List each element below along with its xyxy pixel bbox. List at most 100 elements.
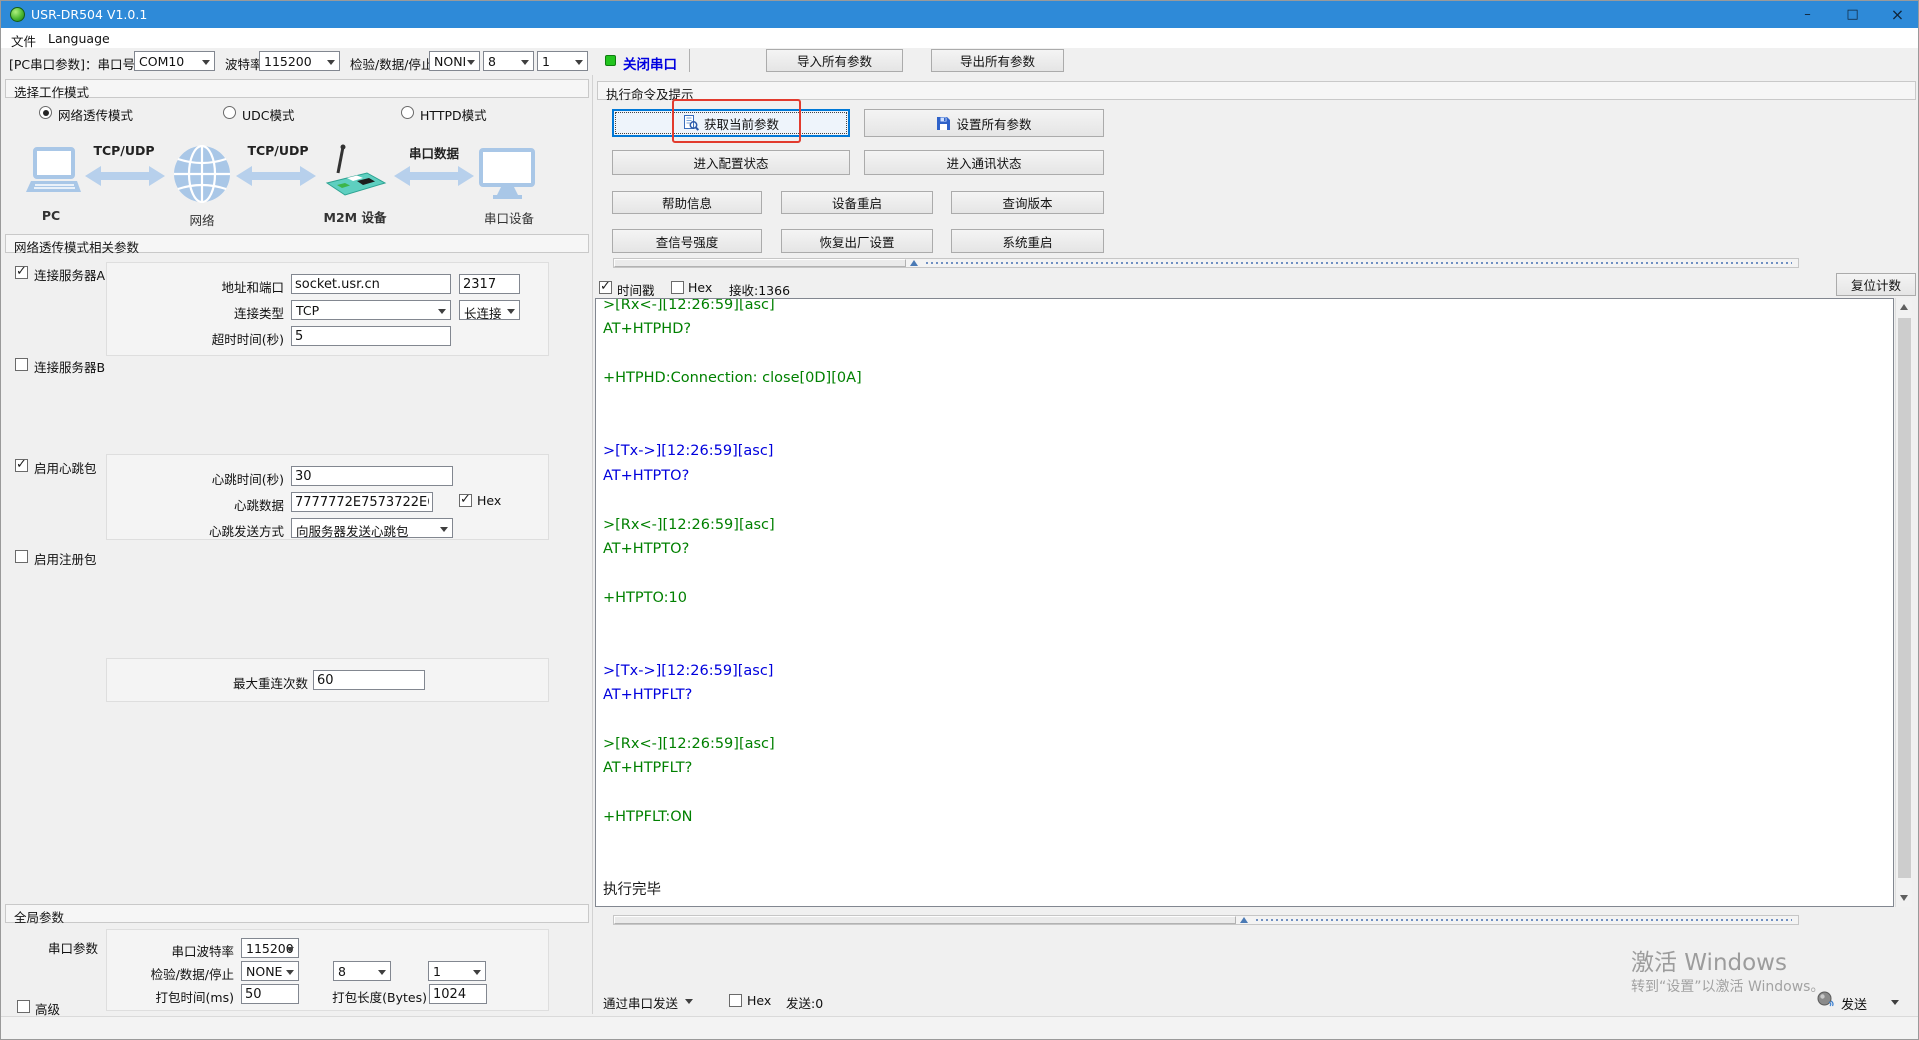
g-databits-select[interactable]: 8 [333, 961, 391, 981]
minimize-icon: – [1804, 7, 1811, 22]
chevron-down-icon [1891, 1000, 1899, 1005]
export-all-params-button[interactable]: 导出所有参数 [931, 49, 1064, 72]
stopbits-select[interactable]: 1 [537, 51, 588, 71]
help-info-button[interactable]: 帮助信息 [612, 191, 762, 214]
link3-label: 串口数据 [408, 146, 459, 161]
baud-label: 波特率 [225, 57, 263, 72]
import-all-params-button[interactable]: 导入所有参数 [766, 49, 903, 72]
stopbits-value: 1 [542, 54, 550, 69]
scrollbar-thumb[interactable] [614, 916, 1236, 924]
get-current-params-label: 获取当前参数 [703, 116, 779, 132]
chevron-down-icon [467, 60, 475, 65]
reconnect-input[interactable] [313, 670, 425, 690]
system-reboot-button[interactable]: 系统重启 [951, 229, 1104, 253]
log-line: >[Rx<-][12:26:59][asc] [603, 736, 775, 753]
g-parity-select[interactable]: NONE [241, 961, 299, 981]
get-current-params-button[interactable]: 获取当前参数 [612, 109, 850, 137]
reset-count-button[interactable]: 复位计数 [1836, 273, 1916, 296]
commands-header: 执行命令及提示 [597, 81, 1916, 102]
device-reboot-button[interactable]: 设备重启 [781, 191, 933, 214]
scrollbar-thumb[interactable] [614, 259, 906, 267]
log-bottom-scrollbar[interactable] [613, 915, 1799, 925]
link1-label: TCP/UDP [93, 143, 155, 158]
menu-language[interactable]: Language [48, 31, 110, 46]
hb-data-input[interactable] [291, 492, 433, 512]
heartbeat-checkbox[interactable] [15, 457, 28, 472]
hb-hex-label: Hex [477, 493, 502, 508]
advanced-checkbox[interactable] [17, 1000, 30, 1013]
send-button[interactable]: 发送 [1841, 994, 1867, 1013]
menu-bar: 文件 Language [1, 28, 1918, 49]
chevron-down-icon [378, 970, 386, 975]
radio-httpd-mode[interactable] [401, 106, 414, 119]
log-line: >[Tx->][12:26:59][asc] [603, 662, 774, 679]
log-output[interactable]: >[Rx<-][12:26:59][asc] AT+HTPHD? +HTPHD:… [595, 298, 1894, 907]
server-a-checkbox[interactable] [15, 264, 28, 279]
hb-hex-checkbox[interactable] [459, 492, 472, 507]
parity-select[interactable]: NONI [429, 51, 480, 71]
title-bar: USR-DR504 V1.0.1 – □ × [1, 1, 1918, 28]
server-port-input[interactable] [459, 274, 520, 294]
enter-config-button[interactable]: 进入配置状态 [612, 150, 850, 175]
arrow-left-right-icon [236, 166, 316, 186]
hb-mode-select[interactable]: 向服务器发送心跳包 [291, 518, 453, 538]
scroll-down-icon[interactable] [1900, 895, 1908, 901]
conn-type-value: TCP [296, 303, 320, 318]
scroll-up-icon[interactable] [1900, 304, 1908, 310]
baud-value: 115200 [264, 54, 312, 69]
g-stopbits-select[interactable]: 1 [428, 961, 486, 981]
enter-comm-button[interactable]: 进入通讯状态 [864, 150, 1104, 175]
pack-time-label: 打包时间(ms) [155, 990, 234, 1005]
maximize-button[interactable]: □ [1830, 1, 1875, 28]
close-serial-button[interactable]: 关闭串口 [623, 53, 677, 73]
radio-udc-mode[interactable] [223, 106, 236, 119]
close-button[interactable]: × [1875, 1, 1918, 28]
register-checkbox[interactable] [15, 550, 28, 563]
set-all-params-button[interactable]: 设置所有参数 [864, 109, 1104, 137]
scrollbar-thumb[interactable] [1898, 318, 1911, 878]
send-hex-checkbox[interactable] [729, 994, 742, 1007]
chevron-down-icon [327, 60, 335, 65]
radio-transparent-mode[interactable] [39, 106, 52, 119]
signal-strength-button[interactable]: 查信号强度 [612, 229, 762, 253]
server-addr-input[interactable] [291, 274, 451, 294]
send-via-serial-dropdown[interactable]: 通过串口发送 [603, 993, 678, 1012]
hb-time-input[interactable] [291, 466, 453, 486]
databits-select[interactable]: 8 [483, 51, 534, 71]
server-b-checkbox[interactable] [15, 358, 28, 371]
factory-reset-button[interactable]: 恢复出厂设置 [781, 229, 933, 253]
pack-time-input[interactable] [241, 984, 299, 1004]
timeout-label: 超时时间(秒) [211, 332, 284, 347]
minimize-button[interactable]: – [1785, 1, 1830, 28]
g-baud-select[interactable]: 115200 [241, 938, 299, 958]
parity-value: NONI [434, 54, 467, 69]
arrow-left-right-icon [394, 166, 474, 186]
server-b-label: 连接服务器B [34, 360, 106, 375]
timeout-input[interactable] [291, 326, 451, 346]
pack-len-input[interactable] [429, 984, 487, 1004]
app-window: USR-DR504 V1.0.1 – □ × 文件 Language [PC串口… [0, 0, 1919, 1040]
app-logo-icon [10, 7, 25, 22]
log-vertical-scrollbar[interactable] [1895, 298, 1912, 907]
panel-divider [592, 75, 593, 1014]
com-port-select[interactable]: COM10 [134, 51, 215, 71]
log-line: AT+HTPTO? [603, 467, 690, 484]
timestamp-checkbox[interactable] [599, 279, 612, 294]
baud-select[interactable]: 115200 [259, 51, 340, 71]
conn-type-select[interactable]: TCP [291, 300, 451, 320]
sent-count: 发送:0 [786, 996, 824, 1011]
log-line: +HTPTO:10 [603, 589, 688, 606]
log-top-scrollbar[interactable] [613, 258, 1799, 268]
conn-mode-select[interactable]: 长连接 [459, 300, 520, 320]
log-hex-checkbox[interactable] [671, 281, 684, 294]
scroll-marker-icon [1240, 917, 1248, 923]
log-line: >[Rx<-][12:26:59][asc] [603, 516, 775, 533]
query-version-button[interactable]: 查询版本 [951, 191, 1104, 214]
log-line: AT+HTPFLT? [603, 760, 693, 777]
